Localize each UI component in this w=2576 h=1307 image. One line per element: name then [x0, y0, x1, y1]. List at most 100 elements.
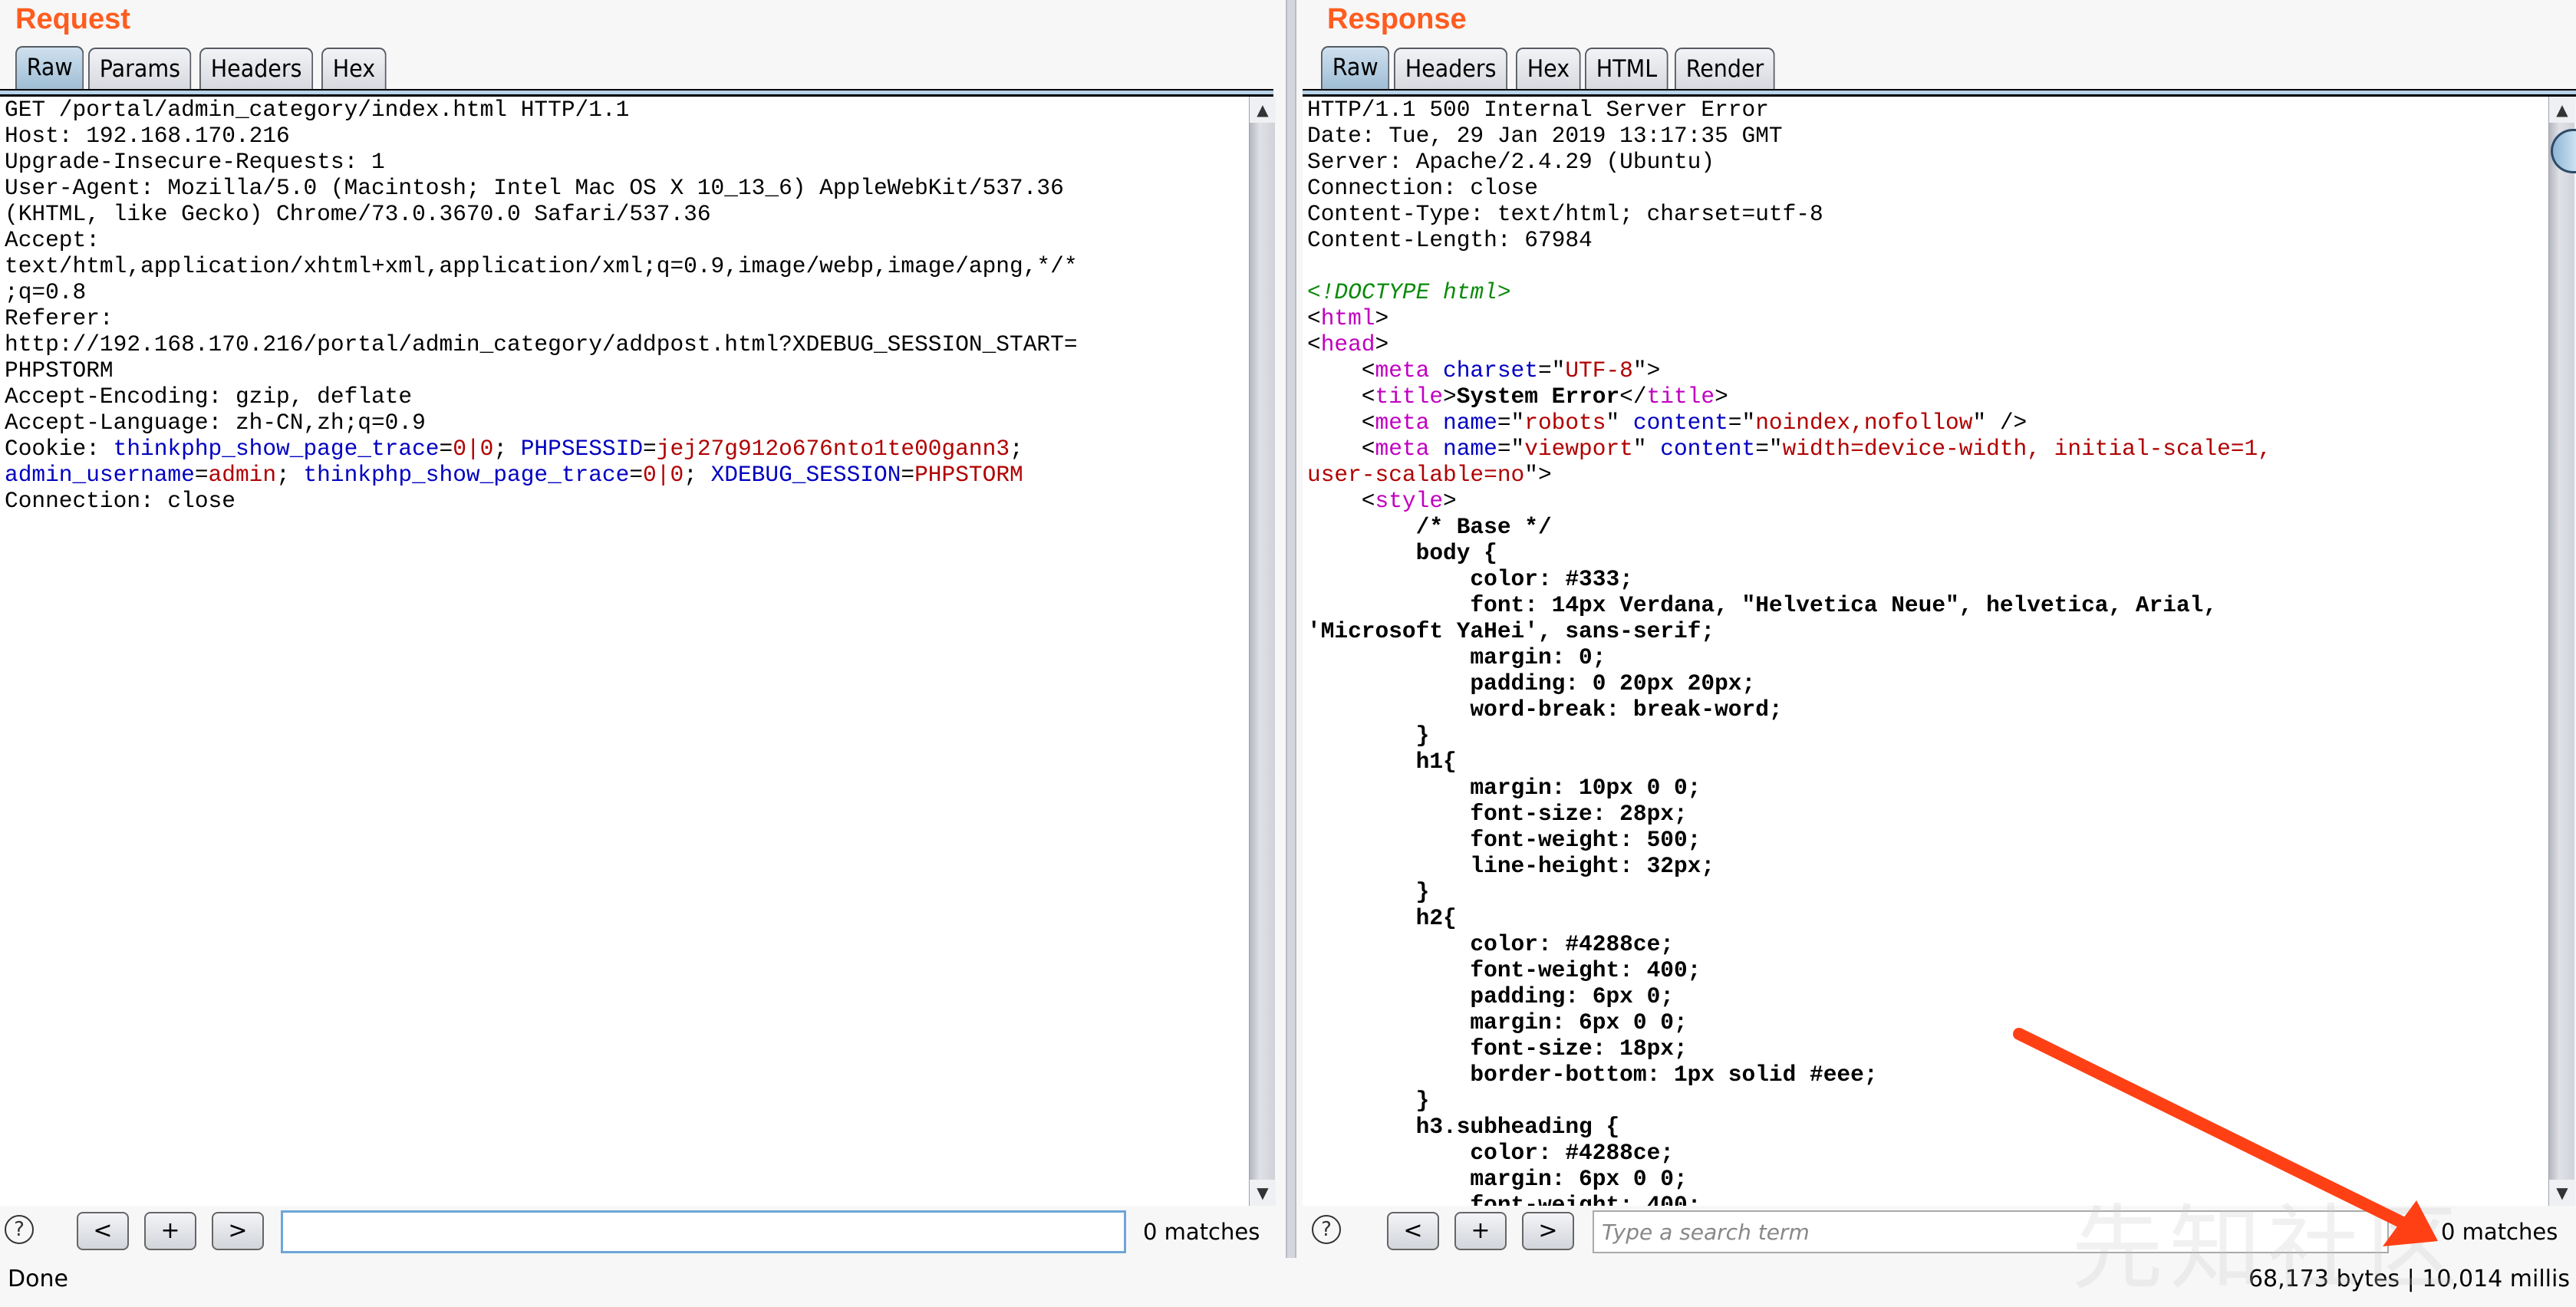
code-token: <	[1307, 436, 1375, 462]
code-token: padding: 6px 0;	[1307, 983, 1674, 1009]
request-search-input[interactable]	[281, 1210, 1126, 1253]
code-line: margin: 6px 0 0;	[1307, 1166, 2548, 1192]
response-search-input[interactable]	[1593, 1210, 2389, 1253]
code-line: <meta name="robots" content="noindex,nof…	[1307, 410, 2548, 436]
code-token: >	[1715, 384, 1728, 410]
response-tab-render[interactable]: Render	[1674, 48, 1775, 89]
scroll-down-arrow-icon[interactable]: ▼	[2549, 1180, 2575, 1206]
code-token: viewport	[1524, 436, 1633, 462]
code-token: admin	[208, 462, 277, 488]
response-match-count: 0 matches	[2441, 1219, 2558, 1245]
code-line: font-size: 28px;	[1307, 801, 2548, 827]
response-search-add-button[interactable]: +	[1454, 1212, 1507, 1250]
response-tab-hex[interactable]: Hex	[1516, 48, 1582, 89]
request-tab-headers[interactable]: Headers	[199, 48, 313, 89]
code-line: padding: 6px 0;	[1307, 983, 2548, 1009]
code-token: color: #4288ce;	[1307, 1140, 1674, 1166]
code-token: <	[1307, 384, 1375, 410]
code-token: Cookie:	[5, 436, 114, 462]
request-match-count: 0 matches	[1143, 1219, 1260, 1245]
request-tab-raw[interactable]: Raw	[15, 46, 84, 91]
code-token: "	[1606, 410, 1633, 436]
scroll-up-arrow-icon[interactable]: ▲	[1250, 97, 1276, 123]
code-token: width=device-width, initial-scale=1,	[1782, 436, 2271, 462]
response-tab-headers[interactable]: Headers	[1394, 48, 1508, 89]
code-token: content	[1660, 436, 1756, 462]
response-editor[interactable]: HTTP/1.1 500 Internal Server Error Date: …	[1303, 97, 2548, 1206]
code-token: Accept:	[5, 227, 100, 253]
response-search-prev-button[interactable]: <	[1387, 1212, 1439, 1250]
code-line: <title>System Error</title>	[1307, 384, 2548, 410]
code-token: Upgrade-Insecure-Requests: 1	[5, 149, 385, 175]
request-scrollbar[interactable]: ▲ ▼	[1249, 97, 1276, 1206]
code-token: GET /portal/admin_category/index.html HT…	[5, 97, 630, 123]
request-search-next-button[interactable]: >	[212, 1212, 264, 1250]
help-icon[interactable]: ?	[5, 1215, 34, 1244]
code-token: ;	[1010, 436, 1023, 462]
code-line: Referer:	[5, 305, 1249, 331]
code-token: UTF-8	[1565, 357, 1633, 384]
response-raw-text[interactable]: HTTP/1.1 500 Internal Server Error Date: …	[1303, 97, 2548, 1206]
code-line: GET /portal/admin_category/index.html HT…	[5, 97, 1249, 123]
response-scrollbar[interactable]: ▲ ▼	[2548, 97, 2576, 1206]
code-line: <!DOCTYPE html>	[1307, 279, 2548, 305]
code-line: body {	[1307, 540, 2548, 566]
code-token: 0|0	[453, 436, 494, 462]
code-token: ="	[1497, 410, 1525, 436]
code-token: Content-Type: text/html; charset=utf-8	[1307, 201, 1823, 227]
request-tab-strip	[0, 89, 1273, 97]
code-token: margin: 0;	[1307, 644, 1606, 670]
scroll-up-arrow-icon[interactable]: ▲	[2549, 97, 2575, 123]
request-tab-hex[interactable]: Hex	[321, 48, 387, 89]
code-line: Connection: close	[5, 488, 1249, 514]
code-line: Accept-Encoding: gzip, deflate	[5, 384, 1249, 410]
request-raw-text[interactable]: GET /portal/admin_category/index.html HT…	[0, 97, 1249, 514]
code-token: 0|0	[643, 462, 684, 488]
code-line: Date: Tue, 29 Jan 2019 13:17:35 GMT	[1307, 123, 2548, 149]
panel-splitter[interactable]	[1286, 0, 1296, 1258]
code-token: Host: 192.168.170.216	[5, 123, 290, 149]
response-search-next-button[interactable]: >	[1522, 1212, 1574, 1250]
code-token: <	[1307, 410, 1375, 436]
code-line: font-size: 18px;	[1307, 1035, 2548, 1062]
code-token: }	[1307, 723, 1430, 749]
code-token: <	[1307, 331, 1321, 357]
code-token: margin: 6px 0 0;	[1307, 1166, 1688, 1192]
code-token: ;	[684, 462, 711, 488]
code-token: PHPSTORM	[914, 462, 1023, 488]
code-line: word-break: break-word;	[1307, 696, 2548, 723]
code-line: }	[1307, 879, 2548, 905]
request-editor[interactable]: GET /portal/admin_category/index.html HT…	[0, 97, 1249, 1206]
code-line: <style>	[1307, 488, 2548, 514]
request-status: Done	[8, 1266, 68, 1292]
scroll-down-arrow-icon[interactable]: ▼	[1250, 1180, 1276, 1206]
code-token: "	[1632, 436, 1661, 462]
code-line: border-bottom: 1px solid #eee;	[1307, 1062, 2548, 1088]
code-line: /* Base */	[1307, 514, 2548, 540]
request-search-prev-button[interactable]: <	[77, 1212, 129, 1250]
code-token: PHPSESSID	[520, 436, 644, 462]
help-icon[interactable]: ?	[1312, 1215, 1341, 1244]
request-search-bar: ? < + > 0 matches	[0, 1210, 1280, 1253]
code-token: admin_username	[5, 462, 195, 488]
code-line: User-Agent: Mozilla/5.0 (Macintosh; Inte…	[5, 175, 1249, 201]
request-tab-params[interactable]: Params	[88, 48, 192, 89]
code-line: Connection: close	[1307, 175, 2548, 201]
code-line: <head>	[1307, 331, 2548, 357]
code-token: thinkphp_show_page_trace	[303, 462, 630, 488]
code-token: robots	[1524, 410, 1606, 436]
code-token: border-bottom: 1px solid #eee;	[1307, 1062, 1878, 1088]
code-token: color: #4288ce;	[1307, 931, 1674, 957]
code-token: ">	[1524, 462, 1552, 488]
response-tab-html[interactable]: HTML	[1585, 48, 1669, 89]
code-token: noindex,nofollow	[1755, 410, 1973, 436]
request-tabs: Raw Params Headers Hex	[15, 46, 390, 91]
response-tab-raw[interactable]: Raw	[1321, 46, 1390, 91]
code-line: line-height: 32px;	[1307, 853, 2548, 879]
scrollbar-thumb[interactable]	[2551, 129, 2576, 173]
request-panel: Request Raw Params Headers Hex GET /port…	[0, 0, 1280, 1301]
request-search-add-button[interactable]: +	[144, 1212, 196, 1250]
code-token: title	[1646, 384, 1715, 410]
